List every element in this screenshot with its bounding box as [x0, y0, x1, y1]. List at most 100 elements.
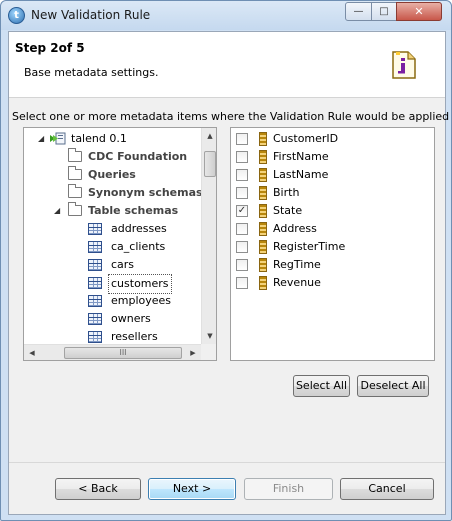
column-checkbox[interactable] [236, 187, 248, 199]
column-label: LastName [273, 168, 329, 181]
column-item[interactable]: FirstName [236, 148, 426, 166]
next-button[interactable]: Next > [148, 478, 236, 500]
column-label: RegTime [273, 258, 321, 271]
table-icon [88, 331, 102, 343]
tree-label: ca_clients [111, 240, 166, 253]
tree-node-folder[interactable]: CDC Foundation [68, 148, 202, 166]
column-icon [259, 168, 267, 182]
tree-node-table[interactable]: owners [88, 310, 202, 328]
column-icon [259, 186, 267, 200]
table-icon [88, 241, 102, 253]
footer-separator [9, 462, 445, 463]
tree-label: Table schemas [88, 204, 179, 217]
tree-node-table-selected[interactable]: customers [88, 274, 202, 294]
tree-horizontal-scrollbar[interactable]: ◀ III ▶ [24, 344, 201, 360]
table-icon [88, 295, 102, 307]
table-icon [88, 259, 102, 271]
maximize-button[interactable]: □ [371, 2, 397, 21]
column-item[interactable]: Address [236, 220, 426, 238]
tree-label: cars [111, 258, 135, 271]
column-item[interactable]: RegTime [236, 256, 426, 274]
collapse-arrow-icon[interactable]: ◢ [54, 202, 60, 220]
column-icon [259, 132, 267, 146]
tree-label: Synonym schemas [88, 186, 203, 199]
cancel-button[interactable]: Cancel [340, 478, 434, 500]
scroll-right-arrow-icon[interactable]: ▶ [185, 345, 201, 360]
finish-button[interactable]: Finish [244, 478, 333, 500]
tree-vertical-scrollbar[interactable]: ▲ ▼ [201, 128, 216, 344]
instruction-text: Select one or more metadata items where … [12, 110, 450, 123]
column-label: Birth [273, 186, 300, 199]
column-label: CustomerID [273, 132, 339, 145]
metadata-tree[interactable]: ◢ talend 0.1 CDC Foundation Queries Syno… [23, 127, 217, 361]
talend-connection-icon [50, 132, 66, 145]
scroll-down-arrow-icon[interactable]: ▼ [202, 328, 216, 344]
column-checkbox[interactable] [236, 277, 248, 289]
column-icon [259, 222, 267, 236]
column-checkbox[interactable] [236, 169, 248, 181]
window-title: New Validation Rule [31, 8, 151, 22]
column-label: FirstName [273, 150, 329, 163]
column-item[interactable]: RegisterTime [236, 238, 426, 256]
column-item[interactable]: Birth [236, 184, 426, 202]
folder-icon [68, 166, 82, 180]
wizard-header: Step 2of 5 Base metadata settings. [9, 32, 445, 98]
tree-node-root[interactable]: ◢ talend 0.1 [38, 130, 198, 148]
column-icon [259, 150, 267, 164]
column-item[interactable]: LastName [236, 166, 426, 184]
tree-label: customers [108, 274, 172, 294]
deselect-all-button[interactable]: Deselect All [357, 375, 429, 397]
tree-node-folder[interactable]: ◢ Table schemas [54, 202, 202, 220]
tree-node-folder[interactable]: Queries [68, 166, 202, 184]
column-checkbox-checked[interactable]: ✓ [236, 205, 248, 217]
column-item[interactable]: ✓ State [236, 202, 426, 220]
column-checkbox[interactable] [236, 241, 248, 253]
column-checkbox[interactable] [236, 223, 248, 235]
tree-label: talend 0.1 [71, 132, 127, 145]
table-icon [88, 313, 102, 325]
tree-node-table[interactable]: cars [88, 256, 202, 274]
tree-node-table[interactable]: addresses [88, 220, 202, 238]
column-label: Revenue [273, 276, 321, 289]
tree-node-table[interactable]: employees [88, 292, 202, 310]
column-icon [259, 276, 267, 290]
step-description: Base metadata settings. [24, 66, 159, 79]
step-title: Step 2of 5 [15, 41, 85, 55]
close-button[interactable]: ✕ [396, 2, 442, 21]
folder-icon [68, 184, 82, 198]
tree-node-folder[interactable]: Synonym schemas [68, 184, 203, 202]
validation-rule-window: t New Validation Rule — □ ✕ Step 2of 5 B… [0, 0, 452, 521]
folder-icon [68, 202, 82, 216]
tree-label: owners [111, 312, 151, 325]
horizontal-scroll-thumb[interactable]: III [64, 347, 182, 359]
tree-node-table[interactable]: ca_clients [88, 238, 202, 256]
scrollbar-corner [201, 344, 216, 360]
column-item[interactable]: CustomerID [236, 130, 426, 148]
collapse-arrow-icon[interactable]: ◢ [38, 130, 44, 148]
talend-app-icon: t [8, 7, 25, 24]
tree-label: employees [111, 294, 172, 307]
column-checkbox[interactable] [236, 133, 248, 145]
table-icon [88, 223, 102, 235]
column-label: State [273, 204, 303, 217]
column-icon [259, 204, 267, 218]
back-button[interactable]: < Back [55, 478, 141, 500]
column-icon [259, 258, 267, 272]
column-checkbox[interactable] [236, 259, 248, 271]
column-checklist: CustomerID FirstName LastName Birth ✓ St… [230, 127, 435, 361]
column-checkbox[interactable] [236, 151, 248, 163]
column-label: Address [273, 222, 317, 235]
table-icon [88, 277, 102, 289]
scroll-up-arrow-icon[interactable]: ▲ [202, 128, 216, 144]
column-item[interactable]: Revenue [236, 274, 426, 292]
dialog-client-area: Step 2of 5 Base metadata settings. Selec… [8, 31, 450, 515]
minimize-button[interactable]: — [345, 2, 372, 21]
tree-label: CDC Foundation [88, 150, 188, 163]
column-label: RegisterTime [273, 240, 346, 253]
folder-icon [68, 148, 82, 162]
scroll-left-arrow-icon[interactable]: ◀ [24, 345, 40, 360]
vertical-scroll-thumb[interactable] [204, 151, 216, 177]
select-all-button[interactable]: Select All [293, 375, 350, 397]
title-bar[interactable]: t New Validation Rule — □ ✕ [1, 1, 451, 30]
tree-label: addresses [111, 222, 167, 235]
